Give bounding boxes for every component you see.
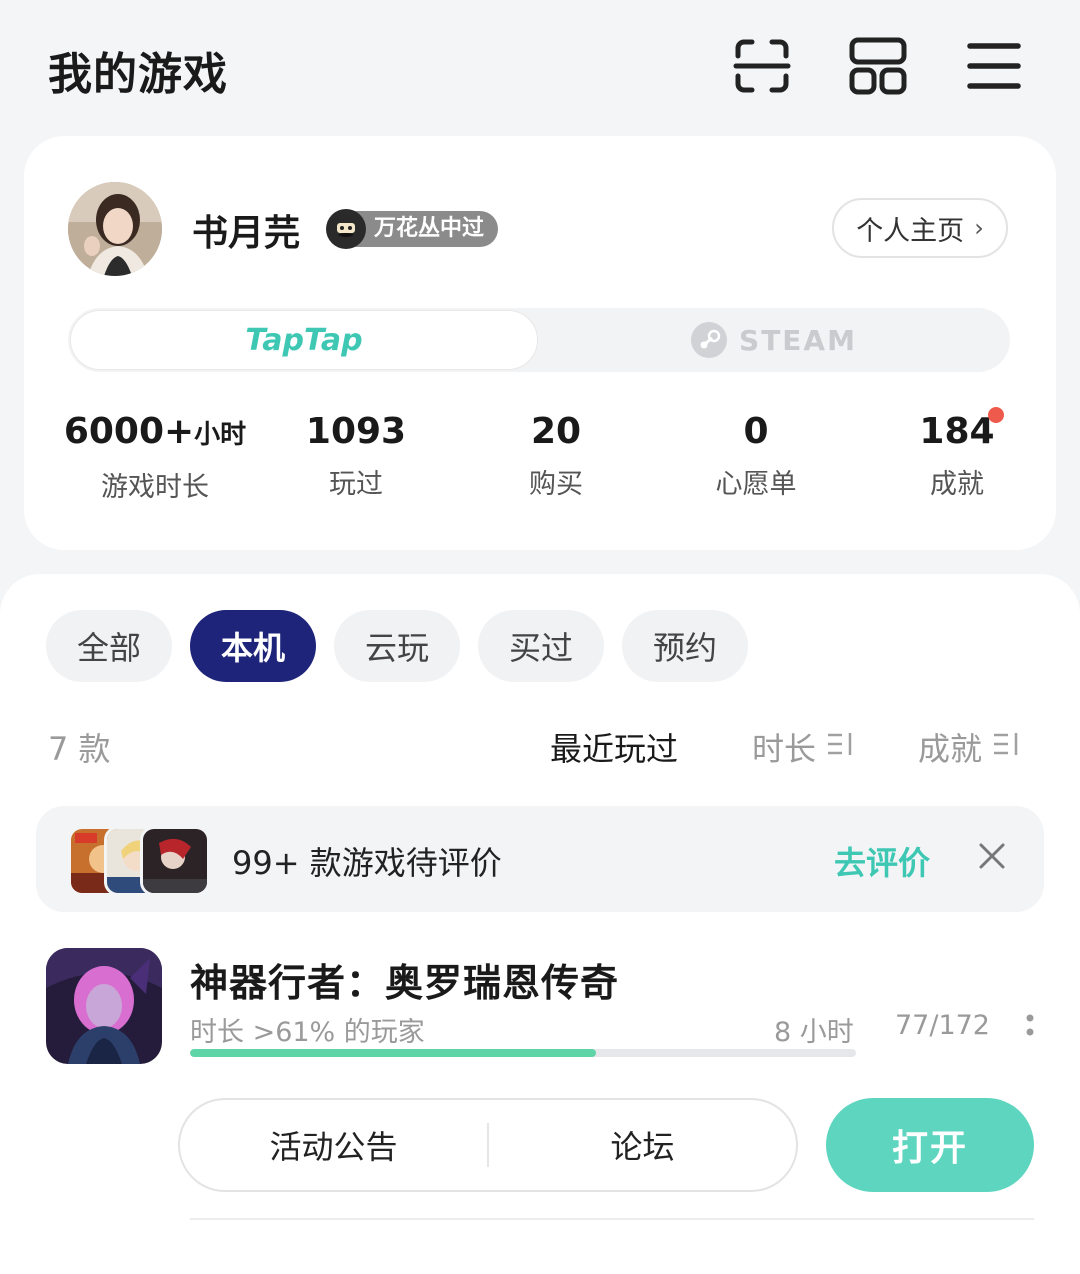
avatar[interactable] [68, 182, 162, 276]
forum-button[interactable]: 论坛 [489, 1122, 796, 1168]
game-icon[interactable] [46, 948, 162, 1064]
sort-recent[interactable]: 最近玩过 [550, 724, 678, 770]
stat-label: 玩过 [329, 469, 383, 500]
user-badge[interactable]: 万花丛中过 [326, 209, 499, 249]
review-banner-text: 99+ 款游戏待评价 [232, 844, 502, 882]
sort-label: 时长 [752, 730, 817, 768]
filter-tab-local[interactable]: 本机 [190, 610, 316, 682]
game-hours: 8 小时 [774, 1017, 854, 1048]
stat-value: 184 [919, 411, 995, 452]
stat-label: 成就 [930, 469, 984, 500]
progress-fill [190, 1049, 597, 1057]
game-actions: 活动公告 论坛 [178, 1098, 798, 1192]
stat-purchased[interactable]: 20 购买 [456, 410, 656, 501]
sort-order-icon [826, 731, 854, 764]
sort-label: 最近玩过 [550, 730, 679, 768]
playtime-progress-bar [190, 1049, 856, 1057]
stat-value: 0 [743, 411, 769, 452]
platform-tab-steam[interactable]: STEAM [540, 310, 1008, 370]
sort-achievements[interactable]: 成就 [918, 724, 1020, 770]
sort-duration[interactable]: 时长 [752, 724, 854, 770]
stat-achievements[interactable]: 184 成就 [857, 410, 1057, 501]
announcements-button[interactable]: 活动公告 [180, 1122, 487, 1168]
close-icon[interactable] [972, 836, 1012, 876]
stat-label: 心愿单 [715, 469, 797, 500]
steam-icon [691, 322, 728, 358]
divider [190, 1218, 1034, 1220]
stat-value: 1093 [305, 411, 407, 452]
filter-tab-bought[interactable]: 买过 [478, 610, 604, 682]
scan-icon[interactable] [732, 36, 792, 96]
open-game-button[interactable]: 打开 [826, 1098, 1034, 1192]
game-achievements: 77/172 [895, 1010, 990, 1041]
game-playtime-rank: 时长 >61% 的玩家 [190, 1017, 425, 1048]
homepage-button[interactable]: 个人主页 › [832, 198, 1008, 258]
stat-played[interactable]: 1093 玩过 [256, 410, 456, 501]
layout-icon[interactable] [848, 36, 908, 96]
taptap-logo: TapTap [245, 322, 363, 358]
sort-order-icon [992, 731, 1020, 764]
mustache-face-icon [326, 209, 366, 249]
filter-tab-cloud[interactable]: 云玩 [334, 610, 460, 682]
filter-tab-all[interactable]: 全部 [46, 610, 172, 682]
page-title: 我的游戏 [48, 49, 228, 100]
more-options-icon[interactable] [1024, 1012, 1036, 1040]
stat-playtime[interactable]: 6000+小时 游戏时长 [55, 410, 255, 504]
game-title[interactable]: 神器行者：奥罗瑞恩传奇 [190, 952, 619, 1007]
steam-label: STEAM [739, 323, 857, 357]
stat-label: 游戏时长 [101, 472, 209, 503]
sort-label: 成就 [918, 730, 983, 768]
stat-wishlist[interactable]: 0 心愿单 [656, 410, 856, 501]
stat-label: 购买 [529, 469, 583, 500]
chevron-right-icon: › [974, 214, 984, 242]
platform-tab-taptap[interactable]: TapTap [70, 310, 538, 370]
game-count: 7 款 [48, 730, 111, 768]
badge-label: 万花丛中过 [354, 211, 499, 247]
username: 书月芫 [192, 213, 301, 254]
notification-dot [988, 407, 1004, 423]
game-thumbnail [140, 826, 210, 896]
stat-unit: 小时 [194, 420, 247, 450]
stat-value: 6000+ [63, 411, 195, 452]
menu-icon[interactable] [964, 36, 1024, 96]
stat-value: 20 [530, 411, 582, 452]
homepage-label: 个人主页 [856, 215, 965, 247]
review-action-link[interactable]: 去评价 [834, 838, 930, 884]
filter-tab-reserved[interactable]: 预约 [622, 610, 748, 682]
